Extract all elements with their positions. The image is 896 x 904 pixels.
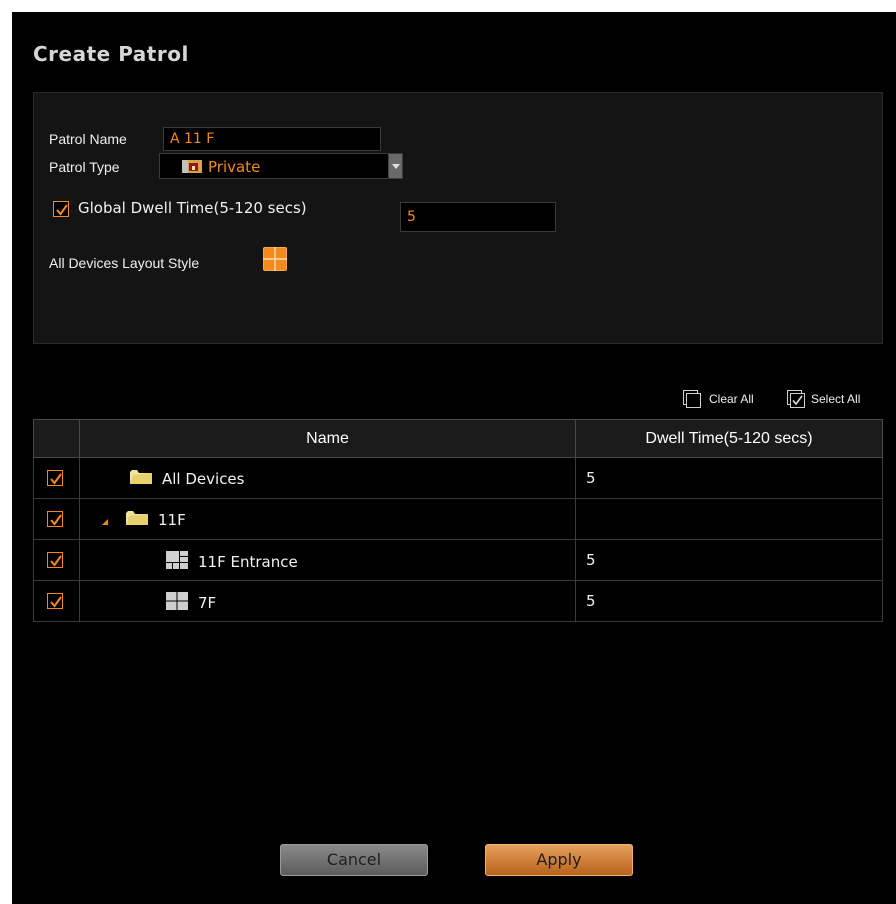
patrol-type-label: Patrol Type <box>49 159 120 175</box>
column-header-dwell[interactable]: Dwell Time(5-120 secs) <box>575 419 883 458</box>
layout-quad-icon <box>166 592 188 614</box>
global-dwell-input[interactable]: 5 <box>400 202 556 232</box>
table-header-row: Name Dwell Time(5-120 secs) <box>33 419 883 458</box>
global-dwell-label: Global Dwell Time(5-120 secs) <box>78 199 307 217</box>
clear-all-icon <box>683 390 701 408</box>
table-row[interactable]: 7F 5 <box>33 580 883 622</box>
chevron-down-icon[interactable] <box>388 154 402 178</box>
row-name: 11F <box>158 511 186 529</box>
clear-all-control[interactable]: Clear All <box>683 390 754 408</box>
folder-icon <box>130 469 152 489</box>
column-header-name[interactable]: Name <box>79 419 576 458</box>
device-table: Name Dwell Time(5-120 secs) All Devices <box>33 419 883 622</box>
row-checkbox[interactable] <box>47 511 63 527</box>
folder-icon <box>126 510 148 530</box>
patrol-type-value: Private <box>208 158 261 176</box>
row-dwell[interactable]: 5 <box>575 457 883 499</box>
row-name: 11F Entrance <box>198 553 298 571</box>
patrol-name-input[interactable]: A 11 F <box>163 127 381 151</box>
settings-panel: Patrol Name A 11 F Patrol Type Private G… <box>33 92 883 344</box>
row-dwell[interactable]: 5 <box>575 580 883 622</box>
patrol-type-select[interactable]: Private <box>159 153 403 179</box>
select-all-control[interactable]: Select All <box>787 390 860 408</box>
create-patrol-dialog: Create Patrol Patrol Name A 11 F Patrol … <box>12 12 896 904</box>
row-dwell[interactable]: 5 <box>575 539 883 581</box>
table-row[interactable]: 11F Entrance 5 <box>33 539 883 581</box>
private-icon <box>182 159 202 178</box>
layout-quad-orange-icon <box>263 247 287 271</box>
column-header-check <box>33 419 80 458</box>
apply-button[interactable]: Apply <box>485 844 633 876</box>
cancel-button[interactable]: Cancel <box>280 844 428 876</box>
patrol-name-label: Patrol Name <box>49 131 127 147</box>
layout-style-button[interactable] <box>263 247 287 271</box>
clear-all-label: Clear All <box>709 392 754 406</box>
layout-grid-icon <box>166 551 188 573</box>
dialog-title: Create Patrol <box>33 42 189 66</box>
row-name: All Devices <box>162 470 245 488</box>
select-all-label: Select All <box>811 392 861 406</box>
select-all-icon <box>787 390 805 408</box>
table-row[interactable]: All Devices 5 <box>33 457 883 499</box>
row-dwell[interactable] <box>575 498 883 540</box>
row-checkbox[interactable] <box>47 593 63 609</box>
row-checkbox[interactable] <box>47 470 63 486</box>
global-dwell-checkbox[interactable] <box>53 201 69 217</box>
row-checkbox[interactable] <box>47 552 63 568</box>
layout-style-label: All Devices Layout Style <box>49 255 200 271</box>
table-row[interactable]: 11F <box>33 498 883 540</box>
expand-triangle-icon[interactable] <box>102 511 108 529</box>
row-name: 7F <box>198 594 217 612</box>
